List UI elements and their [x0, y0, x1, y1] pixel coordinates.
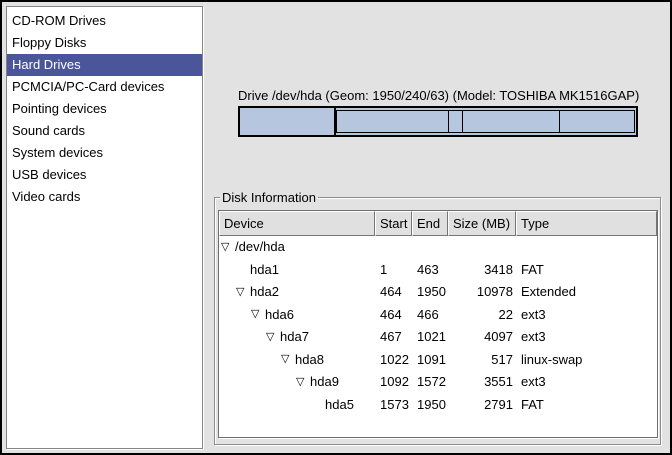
device-cell: hda5 — [219, 394, 375, 417]
type-cell: FAT — [516, 394, 657, 417]
device-row[interactable]: ▽hda746710214097ext3 — [219, 326, 657, 349]
partition-divider — [559, 111, 560, 132]
end-cell: 463 — [412, 259, 448, 282]
sidebar-item[interactable]: Floppy Disks — [7, 32, 202, 54]
size-cell: 3418 — [448, 259, 516, 282]
device-label: hda8 — [295, 349, 324, 372]
indent-spacer — [221, 269, 236, 270]
indent-spacer — [221, 292, 236, 293]
device-category-list: CD-ROM DrivesFloppy DisksHard DrivesPCMC… — [6, 6, 203, 449]
expander-icon[interactable]: ▽ — [236, 287, 250, 298]
size-cell: 22 — [448, 304, 516, 327]
sidebar-item[interactable]: USB devices — [7, 164, 202, 186]
start-cell: 467 — [375, 326, 412, 349]
partition-table: DeviceStartEndSize (MB)Type ▽/dev/hdahda… — [218, 210, 658, 438]
device-cell: ▽hda8 — [219, 349, 375, 372]
type-cell: Extended — [516, 281, 657, 304]
expander-icon[interactable]: ▽ — [251, 309, 265, 320]
end-cell: 1950 — [412, 394, 448, 417]
type-cell: ext3 — [516, 371, 657, 394]
device-label: hda2 — [250, 281, 279, 304]
device-row[interactable]: hda1 14633418FAT — [219, 259, 657, 282]
sidebar-item[interactable]: Pointing devices — [7, 98, 202, 120]
table-body: ▽/dev/hdahda114633418FAT▽hda246419501097… — [219, 236, 657, 437]
device-cell: ▽hda9 — [219, 371, 375, 394]
column-header[interactable]: Size (MB) — [448, 211, 516, 236]
start-cell: 1573 — [375, 394, 412, 417]
end-cell: 1021 — [412, 326, 448, 349]
drive-partition-bar — [238, 106, 638, 137]
sidebar-item[interactable]: CD-ROM Drives — [7, 10, 202, 32]
disk-information-frame-label: Disk Information — [220, 190, 318, 205]
device-row[interactable]: ▽hda810221091517linux-swap — [219, 349, 657, 372]
device-row[interactable]: ▽/dev/hda — [219, 236, 657, 259]
end-cell: 466 — [412, 304, 448, 327]
device-cell: ▽hda2 — [219, 281, 375, 304]
column-header[interactable]: Type — [516, 211, 657, 236]
size-cell: 10978 — [448, 281, 516, 304]
start-cell: 464 — [375, 304, 412, 327]
device-label: /dev/hda — [235, 236, 285, 259]
device-row[interactable]: ▽hda646446622ext3 — [219, 304, 657, 327]
end-cell: 1950 — [412, 281, 448, 304]
device-cell: hda1 — [219, 259, 375, 282]
sidebar-item[interactable]: Sound cards — [7, 120, 202, 142]
column-header[interactable]: Device — [219, 211, 375, 236]
end-cell: 1091 — [412, 349, 448, 372]
start-cell: 1022 — [375, 349, 412, 372]
partition-segment-primary — [240, 108, 336, 135]
expander-icon[interactable]: ▽ — [221, 242, 235, 253]
start-cell: 464 — [375, 281, 412, 304]
disk-information-frame: Disk Information DeviceStartEndSize (MB)… — [214, 197, 661, 445]
start-cell: 1092 — [375, 371, 412, 394]
type-cell: ext3 — [516, 304, 657, 327]
sidebar-item[interactable]: System devices — [7, 142, 202, 164]
device-row[interactable]: ▽hda2464195010978Extended — [219, 281, 657, 304]
start-cell — [375, 236, 412, 259]
expander-icon[interactable]: ▽ — [266, 332, 280, 343]
size-cell — [448, 236, 516, 259]
device-cell: ▽hda6 — [219, 304, 375, 327]
indent-spacer — [221, 337, 266, 338]
device-cell: ▽hda7 — [219, 326, 375, 349]
device-row[interactable]: ▽hda9109215723551ext3 — [219, 371, 657, 394]
type-cell: FAT — [516, 259, 657, 282]
indent-spacer — [221, 404, 311, 405]
type-cell — [516, 236, 657, 259]
expander-icon[interactable]: ▽ — [296, 377, 310, 388]
size-cell: 4097 — [448, 326, 516, 349]
end-cell: 1572 — [412, 371, 448, 394]
start-cell: 1 — [375, 259, 412, 282]
device-label: hda6 — [265, 304, 294, 327]
device-label: hda1 — [250, 259, 279, 282]
device-label: hda5 — [325, 394, 354, 417]
sidebar-item[interactable]: PCMCIA/PC-Card devices — [7, 76, 202, 98]
size-cell: 2791 — [448, 394, 516, 417]
partition-divider — [448, 111, 449, 132]
indent-spacer — [221, 382, 296, 383]
column-header[interactable]: Start — [375, 211, 412, 236]
sidebar-item[interactable]: Hard Drives — [7, 54, 202, 76]
indent-spacer — [221, 314, 251, 315]
end-cell — [412, 236, 448, 259]
size-cell: 3551 — [448, 371, 516, 394]
table-header-row: DeviceStartEndSize (MB)Type — [219, 211, 657, 236]
sidebar-item[interactable]: Video cards — [7, 186, 202, 208]
drive-title: Drive /dev/hda (Geom: 1950/240/63) (Mode… — [238, 88, 640, 103]
size-cell: 517 — [448, 349, 516, 372]
device-label: hda7 — [280, 326, 309, 349]
expander-icon[interactable]: ▽ — [281, 354, 295, 365]
hardware-browser-window: CD-ROM DrivesFloppy DisksHard DrivesPCMC… — [0, 0, 672, 455]
type-cell: ext3 — [516, 326, 657, 349]
indent-spacer — [221, 359, 281, 360]
type-cell: linux-swap — [516, 349, 657, 372]
partition-segment-extended — [336, 110, 635, 133]
partition-divider — [462, 111, 463, 132]
device-cell: ▽/dev/hda — [219, 236, 375, 259]
column-header[interactable]: End — [412, 211, 448, 236]
device-label: hda9 — [310, 371, 339, 394]
device-row[interactable]: hda5 157319502791FAT — [219, 394, 657, 417]
